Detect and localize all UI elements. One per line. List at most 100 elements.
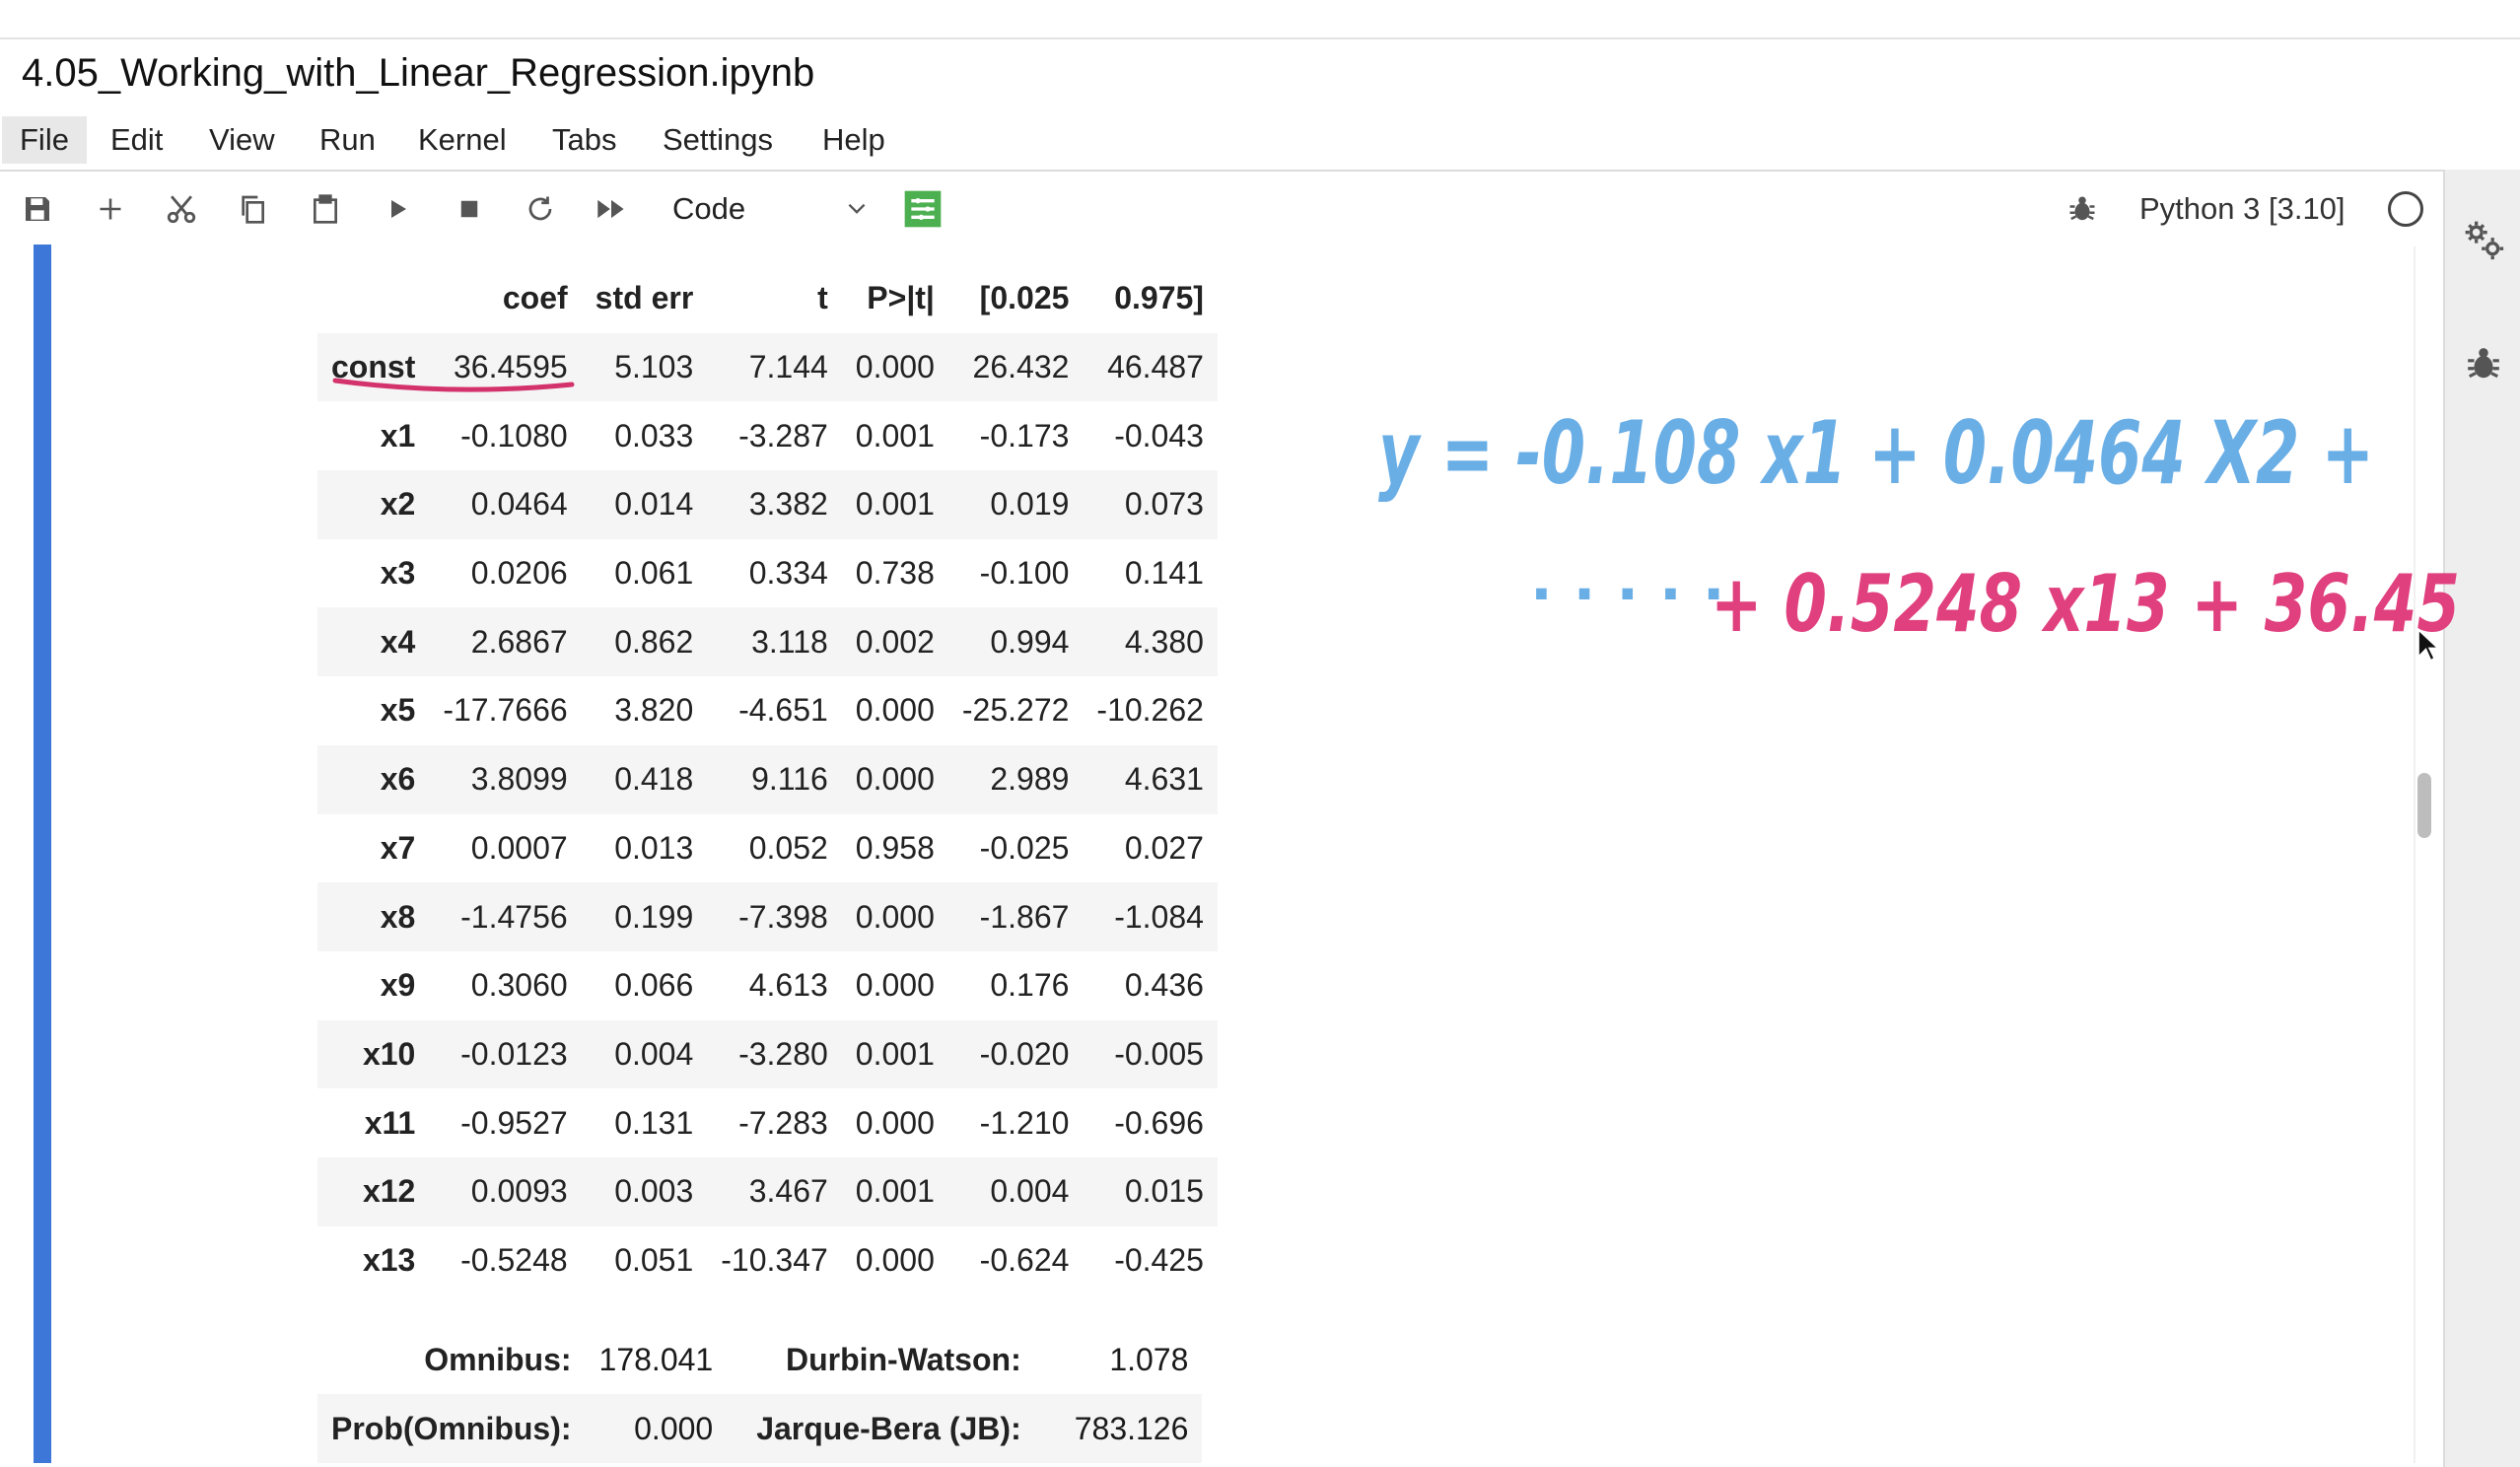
cell-ci-high: -0.043: [1114, 417, 1204, 454]
cell-ci-low: -0.100: [979, 555, 1070, 592]
cell-coef: -0.9527: [460, 1104, 568, 1141]
cell-ci-low: 0.004: [990, 1173, 1070, 1210]
cell-std-err: 0.418: [614, 761, 694, 798]
cell-ci-high: 46.487: [1107, 349, 1204, 385]
table-row: const 36.4595 5.103 7.144 0.000 26.432 46.487: [317, 332, 1218, 402]
cell-p: 0.958: [855, 829, 935, 866]
cell-coef: -0.1080: [460, 417, 568, 454]
cell-ci-low: -0.173: [979, 417, 1070, 454]
cell-std-err: 3.820: [614, 692, 694, 729]
cell-std-err: 0.061: [614, 555, 694, 592]
cell-ci-high: 4.631: [1124, 761, 1204, 798]
cell-ci-high: -0.425: [1114, 1241, 1204, 1278]
add-icon[interactable]: [87, 185, 134, 233]
scroll-track: [2414, 246, 2415, 1463]
cell-ci-high: 0.027: [1124, 829, 1204, 866]
notebook-toolbar: Code Python 3 [3.10]: [0, 172, 2441, 246]
notebook-title[interactable]: 4.05_Working_with_Linear_Regression.ipyn…: [22, 51, 814, 96]
window-top-strip: [0, 0, 2520, 39]
menu-file[interactable]: File: [2, 116, 87, 164]
cell-ci-low: -0.020: [979, 1035, 1070, 1072]
menu-run[interactable]: Run: [302, 116, 393, 164]
table-row: x7 0.0007 0.013 0.052 0.958 -0.025 0.027: [317, 814, 1218, 883]
cell-ci-low: 2.989: [990, 761, 1070, 798]
table-header-row: coef std err t P>|t| [0.025 0.975]: [317, 264, 1218, 333]
cell-std-err: 0.003: [614, 1173, 694, 1210]
settings-gears-icon[interactable]: [2459, 215, 2508, 264]
cell-ci-high: -1.084: [1114, 898, 1204, 935]
stats-row: Prob(Omnibus): 0.000 Jarque-Bera (JB): 7…: [317, 1394, 1203, 1463]
cell-t: 0.052: [748, 829, 828, 866]
cell-type-select[interactable]: Code: [672, 185, 870, 233]
cell-coef: 0.0206: [470, 555, 568, 592]
cut-icon[interactable]: [158, 185, 205, 233]
cell-t: -4.651: [738, 692, 828, 729]
cell-std-err: 0.862: [614, 623, 694, 660]
cell-ci-low: -25.272: [961, 692, 1070, 729]
header-coef: coef: [502, 280, 568, 316]
stats-row: Omnibus: 178.041 Durbin-Watson: 1.078: [317, 1325, 1202, 1394]
header-std-err: std err: [595, 280, 694, 316]
run-icon[interactable]: [375, 185, 422, 233]
cell-t: -3.280: [738, 1035, 828, 1072]
menu-help[interactable]: Help: [805, 116, 903, 164]
cell-t: 3.467: [748, 1173, 828, 1210]
table-row: x10 -0.0123 0.004 -3.280 0.001 -0.020 -0.005: [317, 1019, 1218, 1089]
menu-view[interactable]: View: [191, 116, 293, 164]
table-row: x1 -0.1080 0.033 -3.287 0.001 -0.173 -0.043: [317, 401, 1218, 470]
cell-t: 7.144: [748, 349, 828, 385]
debugger-bug-icon[interactable]: [2459, 339, 2508, 388]
cell-ci-low: -0.025: [979, 829, 1070, 866]
annotation-equation-line2: + 0.5248 x13 + 36.45: [1711, 558, 2460, 650]
cell-coef: -17.7666: [443, 692, 568, 729]
cell-coef: 0.0464: [470, 486, 568, 523]
cell-t: -3.287: [738, 417, 828, 454]
row-label: x10: [362, 1035, 416, 1072]
cell-t: 9.116: [751, 761, 828, 798]
stats-label: Durbin-Watson:: [785, 1341, 1021, 1377]
cell-p: 0.001: [855, 417, 935, 454]
cell-coef: 0.3060: [470, 967, 568, 1004]
row-label: x13: [362, 1241, 416, 1278]
copy-icon[interactable]: [229, 185, 276, 233]
cell-std-err: 0.131: [614, 1104, 694, 1141]
annotation-dots: . . . . .: [1530, 545, 1725, 614]
table-row: x12 0.0093 0.003 3.467 0.001 0.004 0.015: [317, 1156, 1218, 1226]
row-label: x4: [380, 623, 416, 660]
right-sidebar: [2443, 170, 2520, 1467]
scrollbar-thumb[interactable]: [2417, 773, 2431, 838]
cell-t: 4.613: [748, 967, 828, 1004]
cell-std-err: 0.051: [614, 1241, 694, 1278]
row-label: x9: [380, 967, 416, 1004]
menu-kernel[interactable]: Kernel: [400, 116, 525, 164]
property-inspector-icon[interactable]: [899, 185, 946, 233]
table-row: x6 3.8099 0.418 9.116 0.000 2.989 4.631: [317, 744, 1218, 814]
cell-t: 3.382: [748, 486, 828, 523]
row-label: x7: [380, 829, 416, 866]
header-p: P>|t|: [867, 280, 935, 316]
fast-forward-icon[interactable]: [588, 185, 635, 233]
cell-coef: 36.4595: [454, 349, 568, 385]
active-cell-indicator[interactable]: [34, 244, 51, 1463]
header-blank: [317, 264, 429, 333]
cell-coef: 0.0093: [470, 1173, 568, 1210]
kernel-name[interactable]: Python 3 [3.10]: [2139, 185, 2345, 233]
menu-edit[interactable]: Edit: [93, 116, 180, 164]
cell-ci-low: 0.019: [990, 486, 1070, 523]
table-row: x13 -0.5248 0.051 -10.347 0.000 -0.624 -0.425: [317, 1226, 1218, 1295]
table-row: x8 -1.4756 0.199 -7.398 0.000 -1.867 -1.084: [317, 882, 1218, 951]
row-label: x3: [380, 555, 416, 592]
cell-ci-high: -0.696: [1114, 1104, 1204, 1141]
menu-tabs[interactable]: Tabs: [534, 116, 634, 164]
save-icon[interactable]: [14, 185, 61, 233]
stop-icon[interactable]: [446, 185, 493, 233]
bug-icon[interactable]: [2059, 185, 2106, 233]
paste-icon[interactable]: [302, 185, 349, 233]
menu-settings[interactable]: Settings: [645, 116, 791, 164]
restart-icon[interactable]: [517, 185, 564, 233]
cell-ci-high: -0.005: [1114, 1035, 1204, 1072]
annotation-equation-line1: y = -0.108 x1 + 0.0464 X2 +: [1378, 402, 2374, 504]
cell-p: 0.000: [855, 1241, 935, 1278]
cell-p: 0.001: [855, 1173, 935, 1210]
header-ci-high: 0.975]: [1114, 280, 1204, 316]
